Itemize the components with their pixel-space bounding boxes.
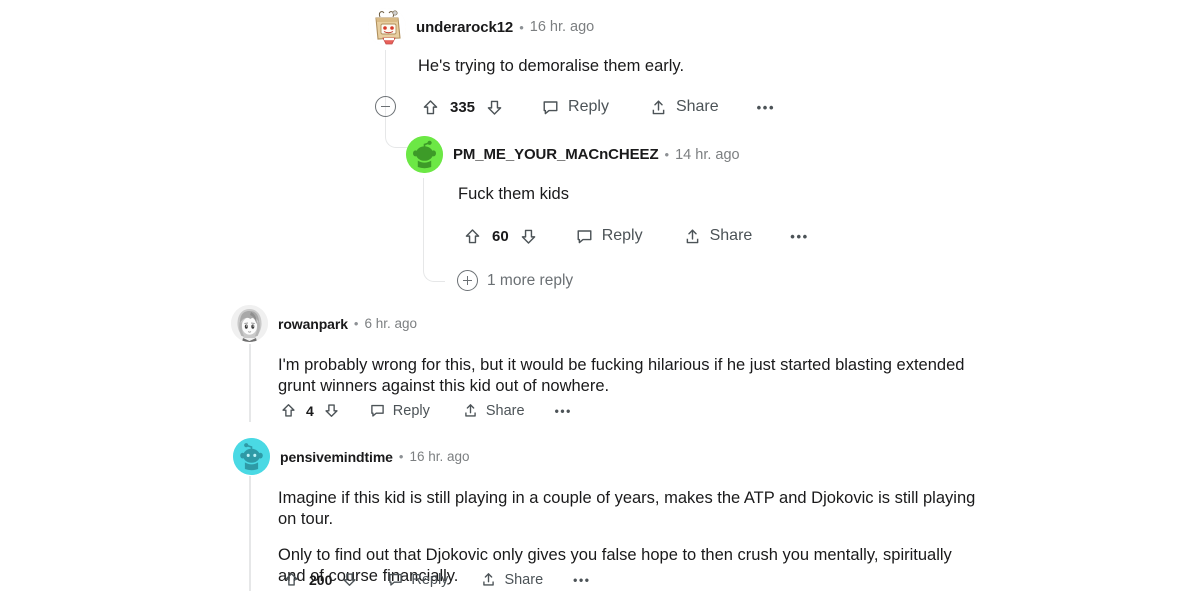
username-pm-me-your-macncheez[interactable]: PM_ME_YOUR_MACnCHEEZ (453, 146, 659, 163)
timestamp-pensivemindtime[interactable]: 16 hr. ago (409, 449, 469, 464)
upvote-button-rowanpark[interactable] (278, 402, 299, 419)
share-arrow-icon (686, 229, 698, 243)
downvote-button-pm-me-your-macncheez[interactable] (516, 227, 541, 246)
anime-portrait-avatar (231, 305, 268, 342)
upvote-button-pensivemindtime[interactable] (281, 571, 302, 588)
username-underarock12[interactable]: underarock12 (416, 19, 513, 36)
comment-body-pm-me-your-macncheez: Fuck them kids (458, 184, 1058, 205)
upvote-button-underarock12[interactable] (418, 98, 443, 117)
avatar-underarock12[interactable] (368, 8, 406, 46)
share-arrow-icon (652, 100, 665, 114)
cyan-snoo-avatar (233, 438, 270, 475)
reply-button-pm-me-your-macncheez[interactable]: Reply (575, 227, 643, 246)
share-label: Share (675, 98, 719, 115)
reply-label: Reply (568, 98, 609, 115)
reply-button-underarock12[interactable]: Reply (541, 98, 609, 117)
upvote-arrow-icon (465, 228, 480, 243)
speech-bubble-icon (543, 100, 558, 114)
downvote-button-rowanpark[interactable] (321, 402, 342, 419)
score-underarock12: 335 (450, 98, 476, 116)
expand-plus-icon-vertical (466, 276, 469, 285)
share-arrow-icon (465, 404, 476, 417)
score-rowanpark: 4 (306, 402, 314, 419)
downvote-arrow-icon (343, 573, 356, 586)
reply-label: Reply (392, 402, 430, 419)
share-label: Share (709, 227, 753, 244)
downvote-button-underarock12[interactable] (482, 98, 507, 117)
avatar-pm-me-your-macncheez[interactable] (406, 136, 443, 173)
paragraph: Imagine if this kid is still playing in … (278, 489, 976, 528)
score-pensivemindtime: 200 (309, 571, 333, 588)
username-rowanpark[interactable]: rowanpark (278, 316, 348, 332)
collapse-button-underarock12[interactable] (375, 96, 396, 117)
share-button-rowanpark[interactable]: Share (462, 402, 525, 419)
reply-label: Reply (601, 227, 643, 244)
cardboard-box-head-avatar (368, 8, 406, 46)
expand-more-replies-button[interactable] (457, 270, 478, 291)
meta-separator: • (353, 316, 359, 331)
action-row-pm-me-your-macncheez: 60 Reply Share ••• (460, 225, 809, 247)
comment-pensivemindtime: pensivemindtime • 16 hr. ago Imagine if … (233, 438, 1013, 587)
share-button-pensivemindtime[interactable]: Share (480, 571, 543, 588)
upvote-arrow-icon (285, 573, 298, 586)
meta-separator: • (398, 449, 404, 464)
reply-button-rowanpark[interactable]: Reply (369, 402, 430, 419)
comment-rowanpark: rowanpark • 6 hr. ago I'm probably wrong… (231, 305, 1011, 397)
avatar-rowanpark[interactable] (231, 305, 268, 342)
more-replies-label[interactable]: 1 more reply (487, 272, 573, 290)
downvote-arrow-icon (521, 229, 535, 244)
paragraph: Fuck them kids (458, 185, 569, 203)
score-pm-me-your-macncheez: 60 (492, 227, 509, 245)
green-snoo-avatar (406, 136, 443, 173)
more-options-underarock12[interactable]: ••• (757, 100, 775, 115)
speech-bubble-icon (577, 229, 592, 243)
downvote-arrow-icon (487, 100, 502, 115)
action-row-rowanpark: 4 Reply Share ••• (278, 400, 572, 421)
share-arrow-icon (483, 573, 495, 586)
comment-header: rowanpark • 6 hr. ago (231, 305, 1011, 342)
share-button-pm-me-your-macncheez[interactable]: Share (683, 227, 753, 246)
share-button-underarock12[interactable]: Share (649, 98, 719, 117)
comment-underarock12: underarock12 • 16 hr. ago He's trying to… (368, 8, 1068, 77)
more-options-rowanpark[interactable]: ••• (555, 404, 572, 418)
upvote-button-pm-me-your-macncheez[interactable] (460, 227, 485, 246)
more-options-pensivemindtime[interactable]: ••• (573, 573, 590, 587)
comment-body-rowanpark: I'm probably wrong for this, but it woul… (278, 355, 983, 397)
avatar-pensivemindtime[interactable] (233, 438, 270, 475)
meta-separator: • (664, 147, 670, 162)
speech-bubble-icon (371, 404, 384, 417)
action-row-pensivemindtime: 200 Reply Share ••• (281, 569, 591, 590)
action-row-underarock12: 335 Reply Share ••• (418, 96, 775, 118)
downvote-button-pensivemindtime[interactable] (339, 571, 360, 588)
username-pensivemindtime[interactable]: pensivemindtime (280, 449, 393, 465)
speech-bubble-icon (389, 573, 403, 586)
timestamp-pm-me-your-macncheez[interactable]: 14 hr. ago (675, 147, 740, 163)
collapse-minus-icon (381, 105, 390, 108)
reply-label: Reply (411, 571, 449, 588)
paragraph: He's trying to demoralise them early. (418, 57, 685, 75)
timestamp-rowanpark[interactable]: 6 hr. ago (364, 316, 417, 331)
upvote-arrow-icon (282, 404, 295, 417)
downvote-arrow-icon (325, 404, 338, 417)
share-label: Share (504, 571, 544, 588)
more-options-pm-me-your-macncheez[interactable]: ••• (790, 229, 808, 244)
comment-pm-me-your-macncheez: PM_ME_YOUR_MACnCHEEZ • 14 hr. ago Fuck t… (406, 136, 1106, 205)
meta-separator: • (519, 19, 524, 35)
comment-body-underarock12: He's trying to demoralise them early. (418, 56, 1058, 77)
comment-header: PM_ME_YOUR_MACnCHEEZ • 14 hr. ago (406, 136, 1106, 173)
comment-thread-page: underarock12 • 16 hr. ago He's trying to… (0, 0, 1200, 600)
comment-header: underarock12 • 16 hr. ago (368, 8, 1068, 46)
reply-button-pensivemindtime[interactable]: Reply (387, 571, 448, 588)
share-label: Share (485, 402, 525, 419)
timestamp-underarock12[interactable]: 16 hr. ago (530, 19, 595, 35)
paragraph: I'm probably wrong for this, but it woul… (278, 356, 965, 395)
upvote-arrow-icon (423, 99, 438, 114)
comment-header: pensivemindtime • 16 hr. ago (233, 438, 1013, 475)
